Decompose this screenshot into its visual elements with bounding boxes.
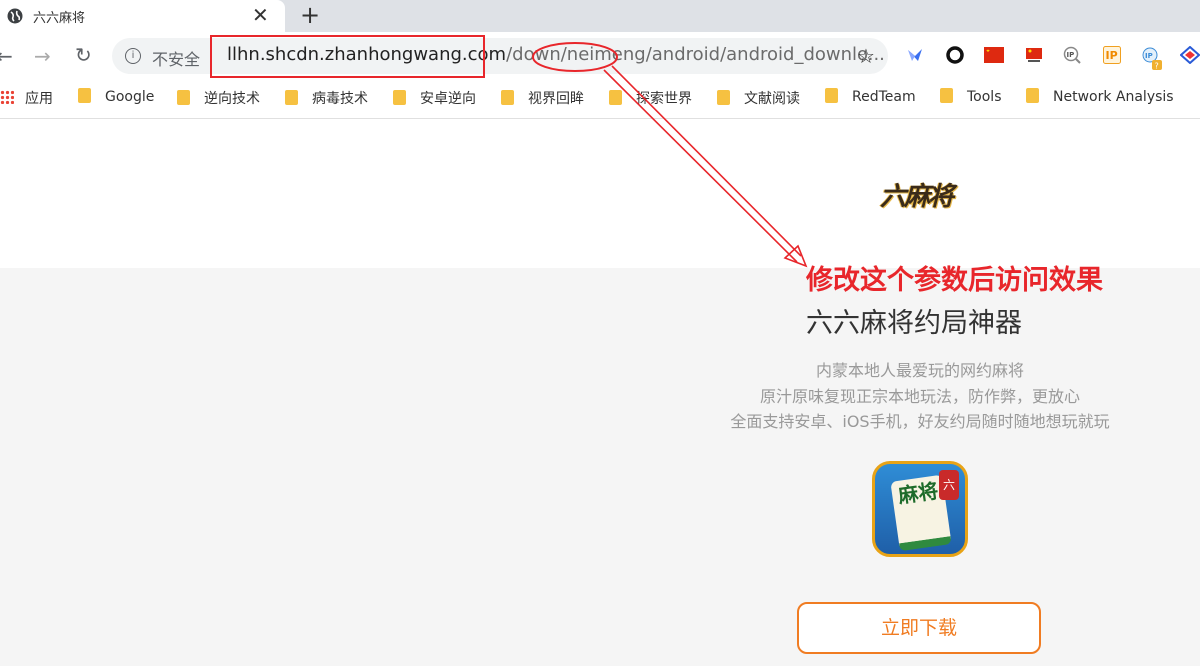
- folder-icon: [78, 88, 91, 103]
- bookmark-label: 探索世界: [636, 91, 692, 107]
- bookmark-label: Google: [105, 89, 155, 105]
- bookmark-android-reverse[interactable]: 安卓逆向: [393, 88, 476, 108]
- folder-icon: [285, 90, 298, 105]
- bookmark-label: RedTeam: [852, 89, 916, 105]
- bookmark-label: 安卓逆向: [420, 91, 476, 107]
- page-header-area: [0, 119, 1200, 268]
- tab-strip: 六六麻将 ✕ +: [0, 0, 1200, 32]
- globe-icon: [7, 8, 23, 24]
- ip-question-icon[interactable]: IP ?: [1141, 46, 1163, 72]
- back-button[interactable]: ←: [0, 44, 13, 68]
- new-tab-button[interactable]: +: [300, 1, 320, 29]
- bookmark-label: 逆向技术: [204, 91, 260, 107]
- folder-icon: [393, 90, 406, 105]
- app-icon-text: 麻将: [896, 478, 940, 508]
- bookmark-label: 视界回眸: [528, 91, 584, 107]
- description-line-3: 全面支持安卓、iOS手机，好友约局随时随地想玩就玩: [730, 412, 1110, 431]
- bookmark-label: Network Analysis: [1053, 89, 1174, 105]
- svg-text:IP: IP: [1145, 52, 1153, 60]
- app-icon: 麻将 六: [872, 461, 968, 557]
- bookmark-label: 应用: [25, 91, 53, 107]
- china-flag-icon[interactable]: [984, 46, 1004, 64]
- description-line-2: 原汁原味复现正宗本地玩法，防作弊，更放心: [759, 387, 1080, 406]
- bookmark-star-icon[interactable]: ☆: [857, 44, 875, 68]
- app-icon-ribbon: 六: [939, 470, 959, 500]
- description-line-1: 内蒙本地人最爱玩的网约麻将: [815, 361, 1024, 380]
- url-path: /down/neimeng/android/android_downlo...: [506, 44, 885, 65]
- bookmark-google[interactable]: Google: [78, 88, 154, 105]
- svg-text:?: ?: [1155, 62, 1159, 71]
- page-headline: 六六麻将约局神器: [806, 308, 1022, 339]
- bookmark-redteam[interactable]: RedTeam: [825, 88, 916, 105]
- bookmark-apps[interactable]: 应用: [0, 88, 53, 108]
- folder-icon: [1026, 88, 1039, 103]
- folder-icon: [501, 90, 514, 105]
- reload-button[interactable]: ↻: [75, 43, 92, 67]
- ip-icon[interactable]: IP: [1103, 46, 1121, 64]
- folder-icon: [825, 88, 838, 103]
- bookmark-label: 病毒技术: [312, 91, 368, 107]
- bookmark-papers[interactable]: 文献阅读: [717, 88, 800, 108]
- apps-grid-icon: [0, 90, 14, 104]
- circle-icon[interactable]: [946, 46, 964, 64]
- bookmark-explore[interactable]: 探索世界: [609, 88, 692, 108]
- bookmark-tools[interactable]: Tools: [940, 88, 1002, 105]
- svg-text:IP: IP: [1067, 51, 1075, 59]
- url-host: llhn.shcdn.zhanhongwang.com: [227, 44, 507, 65]
- download-button[interactable]: 立即下载: [797, 602, 1041, 654]
- china-flag-small-icon[interactable]: [1025, 46, 1043, 64]
- site-logo: 六麻将: [880, 182, 954, 212]
- bookmark-horizon[interactable]: 视界回眸: [501, 88, 584, 108]
- bookmark-label: 文献阅读: [744, 91, 800, 107]
- ip-search-icon[interactable]: IP: [1063, 46, 1081, 64]
- forward-button[interactable]: →: [34, 44, 51, 68]
- url-text[interactable]: llhn.shcdn.zhanhongwang.com/down/neimeng…: [227, 44, 885, 65]
- tab-active[interactable]: 六六麻将 ✕: [0, 0, 285, 32]
- diamond-icon[interactable]: [1180, 46, 1200, 64]
- annotation-text: 修改这个参数后访问效果: [806, 265, 1103, 296]
- folder-icon: [177, 90, 190, 105]
- lark-icon[interactable]: [906, 46, 924, 64]
- bookmark-network-analysis[interactable]: Network Analysis: [1026, 88, 1174, 105]
- tab-close-icon[interactable]: ✕: [252, 3, 269, 27]
- folder-icon: [717, 90, 730, 105]
- folder-icon: [609, 90, 622, 105]
- info-icon[interactable]: i: [125, 48, 141, 64]
- folder-icon: [940, 88, 953, 103]
- bookmark-label: Tools: [967, 89, 1002, 105]
- bookmark-virus-tech[interactable]: 病毒技术: [285, 88, 368, 108]
- address-separator: [211, 44, 212, 66]
- security-label[interactable]: 不安全: [152, 46, 200, 70]
- svg-text:IP: IP: [1106, 49, 1118, 62]
- bookmark-reverse-tech[interactable]: 逆向技术: [177, 88, 260, 108]
- tab-title: 六六麻将: [33, 11, 86, 26]
